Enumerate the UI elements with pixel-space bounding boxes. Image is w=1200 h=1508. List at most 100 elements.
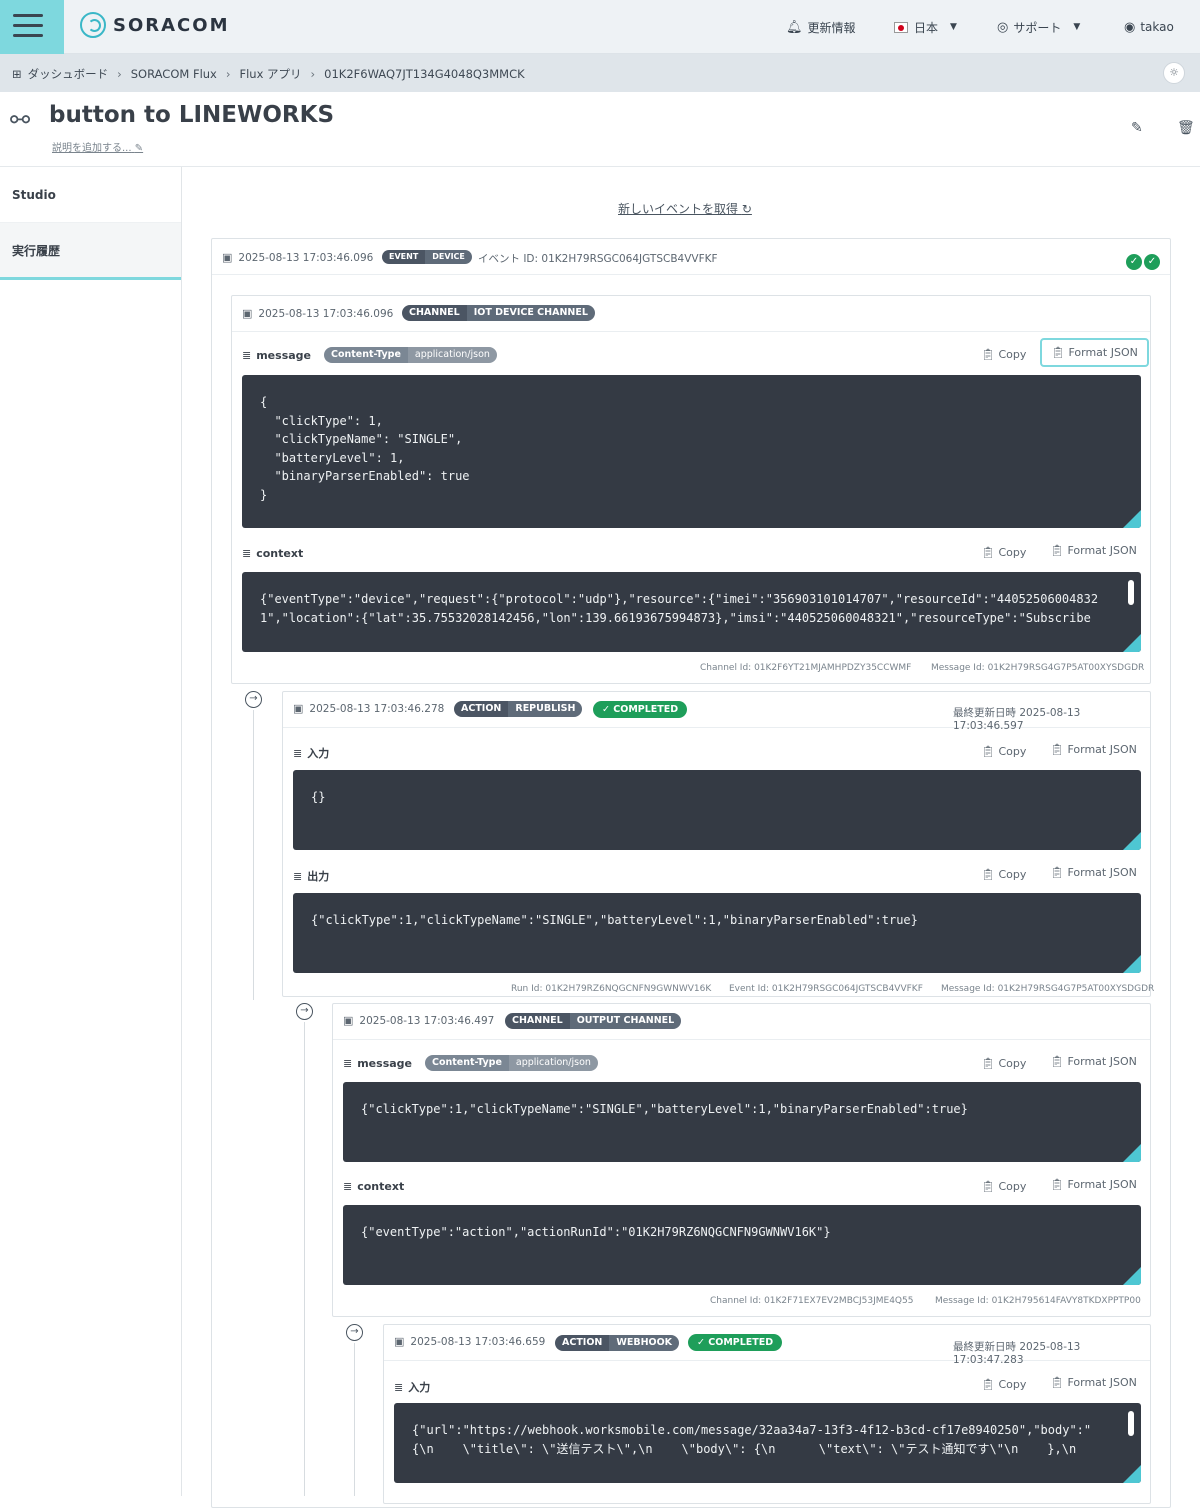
copy-label: Copy xyxy=(998,745,1027,758)
connector-line xyxy=(304,1022,305,1496)
flow-icon: ⚯ xyxy=(10,106,31,134)
pencil-icon: ✎ xyxy=(134,143,144,154)
format-json-label: Format JSON xyxy=(1067,1376,1137,1389)
format-json-button[interactable]: 📋︎ Format JSON xyxy=(1040,1171,1147,1198)
arrow-right-icon: → xyxy=(296,1003,313,1020)
action-badge: ACTION REPUBLISH xyxy=(454,701,583,717)
event-badge-source: DEVICE xyxy=(425,250,472,264)
event-timestamp: ▣ 2025-08-13 17:03:46.096 xyxy=(222,251,373,264)
clipboard-icon: 📋︎ xyxy=(981,868,995,881)
content-type-value: application/json xyxy=(407,347,497,363)
run-id: Run Id: 01K2H79RZ6NQGCNFN9GWNWV16K xyxy=(511,984,712,994)
format-json-button[interactable]: 📋︎ Format JSON xyxy=(1040,1369,1147,1396)
sun-icon: ☼ xyxy=(1169,66,1179,79)
format-json-label: Format JSON xyxy=(1067,1055,1137,1068)
context-code[interactable]: {"eventType":"device","request":{"protoc… xyxy=(242,572,1141,652)
message-label: ≣ message xyxy=(242,349,311,362)
copy-button[interactable]: 📋︎ Copy xyxy=(981,348,1026,361)
language-dropdown[interactable]: 日本 ▼ xyxy=(894,0,957,54)
input-code[interactable]: {} xyxy=(293,770,1141,850)
event-id: イベント ID: 01K2H79RSGC064JGTSCB4VVFKF xyxy=(478,253,718,265)
calendar-icon: ▣ xyxy=(242,307,253,320)
context-code-text: {"eventType":"device","request":{"protoc… xyxy=(260,592,1099,625)
list-icon: ≣ xyxy=(343,1180,353,1193)
channel-badge-type: CHANNEL xyxy=(505,1013,570,1029)
event-header: ▣ 2025-08-13 17:03:46.096 EVENT DEVICE イベ… xyxy=(212,239,1170,275)
support-dropdown[interactable]: ◎ サポート ▼ xyxy=(997,0,1080,54)
output-code[interactable]: {"clickType":1,"clickTypeName":"SINGLE",… xyxy=(293,893,1141,973)
context-label: ≣ context xyxy=(242,547,303,560)
copy-button[interactable]: 📋︎ Copy xyxy=(981,1180,1026,1193)
arrow-right-icon: → xyxy=(245,691,262,708)
copy-label: Copy xyxy=(998,348,1027,361)
copy-button[interactable]: 📋︎ Copy xyxy=(981,1378,1026,1391)
action-timestamp: ▣ 2025-08-13 17:03:46.659 xyxy=(394,1335,545,1348)
format-json-button[interactable]: 📋︎ Format JSON xyxy=(1040,736,1147,763)
message-code[interactable]: { "clickType": 1, "clickTypeName": "SING… xyxy=(242,375,1141,528)
refresh-icon: ↻ xyxy=(741,202,752,216)
format-json-button[interactable]: 📋︎ Format JSON xyxy=(1040,1048,1147,1075)
clipboard-icon: 📋︎ xyxy=(1050,866,1064,879)
channel-timestamp: ▣ 2025-08-13 17:03:46.096 xyxy=(242,307,393,320)
format-json-button[interactable]: 📋︎ Format JSON xyxy=(1040,859,1147,886)
pencil-icon: ✎ xyxy=(1131,120,1143,136)
context-code[interactable]: {"eventType":"action","actionRunId":"01K… xyxy=(343,1205,1141,1285)
format-json-button[interactable]: 📋︎ Format JSON xyxy=(1040,537,1147,564)
context-label: ≣ context xyxy=(343,1180,404,1193)
input-code-text: {"url":"https://webhook.worksmobile.com/… xyxy=(412,1423,1092,1456)
breadcrumb-flux-apps[interactable]: Flux アプリ xyxy=(239,66,301,82)
soracom-logo[interactable]: SORACOM xyxy=(80,12,229,38)
copy-button[interactable]: 📋︎ Copy xyxy=(981,1057,1026,1070)
scrollbar[interactable] xyxy=(1128,1411,1134,1436)
message-code[interactable]: {"clickType":1,"clickTypeName":"SINGLE",… xyxy=(343,1082,1141,1162)
list-icon: ≣ xyxy=(293,747,303,760)
clipboard-icon: 📋︎ xyxy=(981,1378,995,1391)
sidebar-item-history[interactable]: 実行履歴 xyxy=(0,223,181,280)
theme-toggle-button[interactable]: ☼ xyxy=(1163,62,1185,84)
trash-icon: 🗑︎ xyxy=(1177,120,1195,136)
hamburger-icon-line xyxy=(13,24,43,27)
event-badge-type: EVENT xyxy=(382,250,426,264)
action-badge-name: WEBHOOK xyxy=(609,1335,680,1351)
status-indicators: ✓ ✓ xyxy=(1124,249,1160,270)
input-label: ≣ 入力 xyxy=(293,745,329,761)
chevron-right-icon: › xyxy=(225,67,231,81)
copy-button[interactable]: 📋︎ Copy xyxy=(981,745,1026,758)
clipboard-icon: 📋︎ xyxy=(1050,544,1064,557)
format-json-label: Format JSON xyxy=(1068,346,1138,359)
format-json-label: Format JSON xyxy=(1067,544,1137,557)
sidebar-item-studio[interactable]: Studio xyxy=(0,167,181,223)
message-label-text: message xyxy=(357,1057,412,1070)
format-json-button[interactable]: 📋︎ Format JSON xyxy=(1040,338,1149,367)
fetch-new-events-link[interactable]: 新しいイベントを取得 ↻ xyxy=(618,200,752,217)
copy-button[interactable]: 📋︎ Copy xyxy=(981,546,1026,559)
news-link[interactable]: 🔔︎ 更新情報 xyxy=(786,0,856,54)
dashboard-icon: ⊞ xyxy=(12,67,22,81)
user-icon: ◉ xyxy=(1124,19,1136,35)
channel-badge: CHANNEL OUTPUT CHANNEL xyxy=(505,1013,682,1029)
input-code[interactable]: {"url":"https://webhook.worksmobile.com/… xyxy=(394,1403,1141,1483)
add-description-link[interactable]: 説明を追加する... ✎ xyxy=(52,139,143,154)
user-menu[interactable]: ◉ takao xyxy=(1124,0,1174,54)
clipboard-icon: 📋︎ xyxy=(981,1180,995,1193)
support-label: サポート xyxy=(1013,20,1062,35)
edit-button[interactable]: ✎ xyxy=(1131,120,1143,136)
output-label: ≣ 出力 xyxy=(293,868,329,884)
breadcrumb-dashboard[interactable]: ダッシュボード xyxy=(28,66,109,82)
sidebar: Studio 実行履歴 xyxy=(0,167,182,1496)
clipboard-icon: 📋︎ xyxy=(1051,346,1065,359)
action-timestamp: ▣ 2025-08-13 17:03:46.278 xyxy=(293,702,444,715)
menu-button[interactable] xyxy=(0,0,64,54)
scrollbar[interactable] xyxy=(1128,580,1134,605)
input-label-text: 入力 xyxy=(408,1381,431,1394)
delete-button[interactable]: 🗑︎ xyxy=(1177,120,1195,136)
page-title: button to LINEWORKS xyxy=(49,102,335,128)
action-timestamp-text: 2025-08-13 17:03:46.659 xyxy=(410,1336,546,1348)
copy-button[interactable]: 📋︎ Copy xyxy=(981,868,1026,881)
completed-badge: ✓ COMPLETED xyxy=(688,1334,783,1351)
breadcrumb-flux[interactable]: SORACOM Flux xyxy=(131,67,217,81)
news-label: 更新情報 xyxy=(807,20,856,35)
user-name: takao xyxy=(1140,20,1174,34)
event-timestamp-text: 2025-08-13 17:03:46.096 xyxy=(238,252,374,264)
breadcrumb: ⊞ ダッシュボード › SORACOM Flux › Flux アプリ › 01… xyxy=(12,66,525,82)
